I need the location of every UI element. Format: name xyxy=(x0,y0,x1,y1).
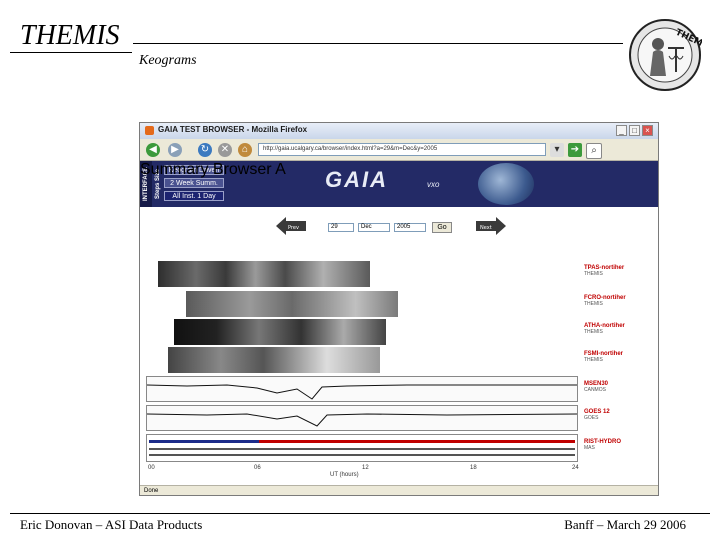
day-select[interactable]: 29 xyxy=(328,223,354,232)
globe-icon xyxy=(478,163,534,205)
back-icon[interactable]: ◀ xyxy=(146,143,160,157)
riometer-bar-plot[interactable] xyxy=(146,434,578,462)
axis-tick: 18 xyxy=(470,465,477,471)
keogram-tpas[interactable] xyxy=(158,261,370,287)
goes-trace xyxy=(146,413,578,427)
slide-subtitle: Keograms xyxy=(139,53,197,68)
themis-logo-icon: THEMIS xyxy=(629,19,702,91)
station-label-msen[interactable]: MSEN30 CANMOS xyxy=(584,381,608,393)
banner-title: GAIA xyxy=(325,167,388,192)
station-label-fsmi[interactable]: FSMI-nortiher THEMIS xyxy=(584,351,623,363)
browser-toolbar: ◀ ▶ ↻ ✕ ⌂ http://gaia.ucalgary.ca/browse… xyxy=(140,140,658,161)
reload-icon[interactable]: ↻ xyxy=(198,143,212,157)
station-label-rist[interactable]: RIST-HYDRO MAS xyxy=(584,439,621,451)
footer-venue-date: Banff – March 29 2006 xyxy=(564,517,686,532)
station-label-goes[interactable]: GOES 12 GOES xyxy=(584,409,610,421)
window-title: GAIA TEST BROWSER - Mozilla Firefox xyxy=(158,125,308,134)
magnetometer-plot[interactable] xyxy=(146,376,578,402)
footer-rule xyxy=(10,513,710,514)
year-select[interactable]: 2005 xyxy=(394,223,426,232)
prev-label: Prev xyxy=(288,225,299,231)
axis-tick: 24 xyxy=(572,465,579,471)
axis-tick: 12 xyxy=(362,465,369,471)
month-select[interactable]: Dec xyxy=(358,223,390,232)
address-bar[interactable]: http://gaia.ucalgary.ca/browser/index.ht… xyxy=(258,143,546,156)
next-label: Next xyxy=(480,225,492,231)
slide-title: THEMIS xyxy=(20,20,120,51)
keogram-fsmi[interactable] xyxy=(168,347,380,373)
browser-window: GAIA TEST BROWSER - Mozilla Firefox _ □ … xyxy=(139,122,659,496)
title-rule xyxy=(133,43,623,44)
search-icon[interactable]: ⌕ xyxy=(586,143,602,159)
axis-label: UT (hours) xyxy=(330,472,359,478)
nav-two-week-summary[interactable]: 2 Week Summ. xyxy=(164,178,224,188)
next-day-button[interactable]: Next xyxy=(476,217,506,235)
footer-author: Eric Donovan – ASI Data Products xyxy=(20,517,203,532)
browser-titlebar[interactable]: GAIA TEST BROWSER - Mozilla Firefox _ □ … xyxy=(140,123,658,139)
minimize-button[interactable]: _ xyxy=(616,125,627,136)
station-label-tpas[interactable]: TPAS-nortiher THEMIS xyxy=(584,265,624,277)
page-content: INTERFACE Steps Size Keogram Driven 2 We… xyxy=(140,161,658,485)
gaia-banner: INTERFACE Steps Size Keogram Driven 2 We… xyxy=(140,161,658,207)
banner-subtitle: Summary Browser A xyxy=(140,161,286,178)
nav-all-inst-one-day[interactable]: All Inst. 1 Day xyxy=(164,191,224,201)
keogram-fcro[interactable] xyxy=(186,291,398,317)
station-label-fcro[interactable]: FCRO-nortiher THEMIS xyxy=(584,295,626,307)
close-button[interactable]: × xyxy=(642,125,653,136)
title-underline xyxy=(10,52,132,53)
stop-icon[interactable]: ✕ xyxy=(218,143,232,157)
banner-vxo: vxo xyxy=(427,180,440,189)
go-icon[interactable]: ➔ xyxy=(568,143,582,157)
axis-tick: 06 xyxy=(254,465,261,471)
goes-plot[interactable] xyxy=(146,405,578,431)
home-icon[interactable]: ⌂ xyxy=(238,143,252,157)
axis-tick: 00 xyxy=(148,465,155,471)
status-bar: Done xyxy=(140,485,658,495)
dropdown-icon[interactable]: ▾ xyxy=(550,143,564,157)
firefox-icon xyxy=(145,126,154,135)
go-button[interactable]: Go xyxy=(432,222,452,233)
prev-day-button[interactable]: Prev xyxy=(276,217,306,235)
mag-trace-1 xyxy=(146,384,577,400)
forward-icon[interactable]: ▶ xyxy=(168,143,182,157)
maximize-button[interactable]: □ xyxy=(629,125,640,136)
station-label-atha[interactable]: ATHA-nortiher THEMIS xyxy=(584,323,625,335)
keogram-atha[interactable] xyxy=(174,319,386,345)
